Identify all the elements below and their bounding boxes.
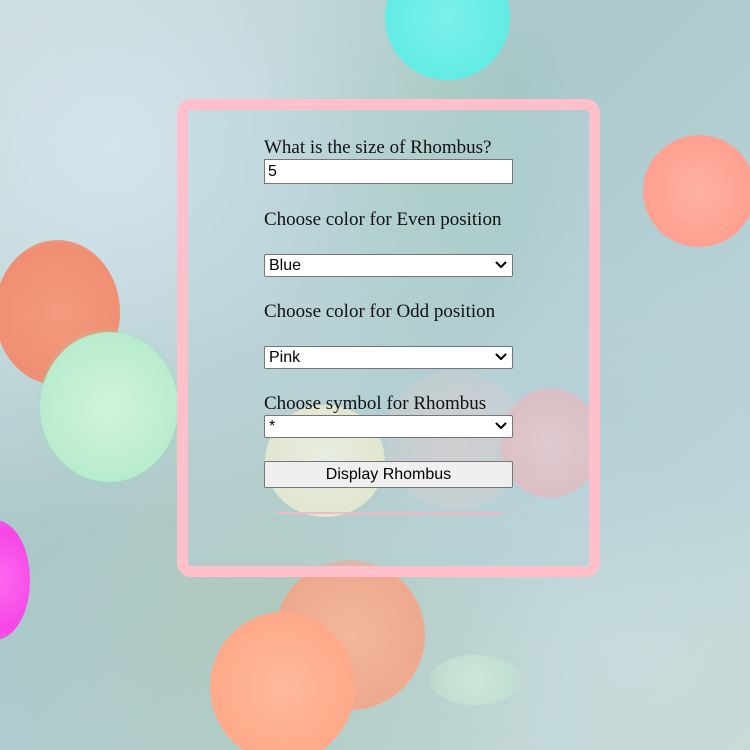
display-rhombus-button[interactable]: Display Rhombus <box>264 461 513 488</box>
bokeh-light <box>210 612 355 750</box>
chevron-down-icon <box>495 353 507 360</box>
bokeh-light <box>430 655 520 705</box>
bokeh-light <box>40 332 178 482</box>
bokeh-light <box>385 0 510 80</box>
symbol-select[interactable]: * <box>264 415 513 438</box>
odd-color-value: Pink <box>269 349 301 366</box>
symbol-value: * <box>269 418 276 435</box>
output-divider <box>276 512 501 514</box>
odd-color-label: Choose color for Odd position <box>264 301 496 322</box>
odd-color-select[interactable]: Pink <box>264 346 513 369</box>
even-color-label: Choose color for Even position <box>264 209 502 230</box>
symbol-label: Choose symbol for Rhombus <box>264 393 487 414</box>
bokeh-light <box>0 520 30 640</box>
even-color-select[interactable]: Blue <box>264 254 513 277</box>
chevron-down-icon <box>495 261 507 268</box>
even-color-value: Blue <box>269 257 302 274</box>
chevron-down-icon <box>495 422 507 429</box>
bokeh-light <box>643 135 750 247</box>
size-label: What is the size of Rhombus? <box>264 137 492 158</box>
size-input[interactable]: 5 <box>264 159 513 184</box>
